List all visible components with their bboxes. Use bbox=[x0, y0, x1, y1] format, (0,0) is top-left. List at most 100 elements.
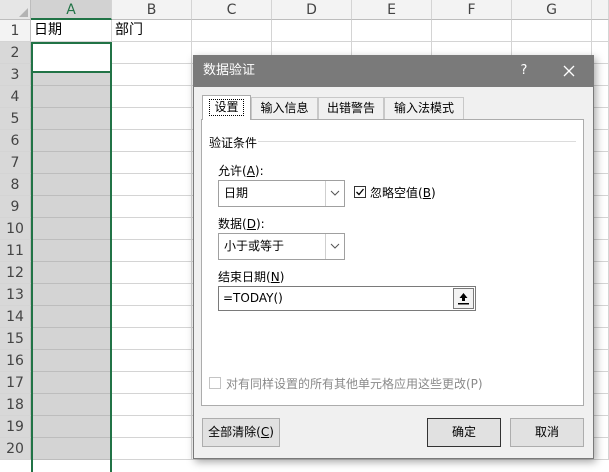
row-header-14[interactable]: 14 bbox=[0, 306, 31, 328]
cell-b18[interactable] bbox=[112, 394, 192, 416]
cell-h17[interactable] bbox=[592, 372, 609, 394]
allow-dropdown-button[interactable] bbox=[325, 181, 344, 206]
cell-h18[interactable] bbox=[592, 394, 609, 416]
cell-a13[interactable] bbox=[31, 284, 112, 306]
column-header-a[interactable]: A bbox=[31, 0, 112, 20]
tab-settings[interactable]: 设置 bbox=[202, 95, 251, 120]
cell-h3[interactable] bbox=[592, 64, 609, 86]
active-cell-a2[interactable] bbox=[31, 42, 112, 73]
ignore-blank-checkbox[interactable] bbox=[354, 186, 366, 198]
row-header-5[interactable]: 5 bbox=[0, 108, 31, 130]
cell-a12[interactable] bbox=[31, 262, 112, 284]
column-header-g[interactable]: G bbox=[512, 0, 592, 20]
cell-b4[interactable] bbox=[112, 86, 192, 108]
cell-b10[interactable] bbox=[112, 218, 192, 240]
row-header-7[interactable]: 7 bbox=[0, 152, 31, 174]
cell-a9[interactable] bbox=[31, 196, 112, 218]
cell-h14[interactable] bbox=[592, 306, 609, 328]
cell-a8[interactable] bbox=[31, 174, 112, 196]
column-header-e[interactable]: E bbox=[352, 0, 432, 20]
cell-h10[interactable] bbox=[592, 218, 609, 240]
row-header-1[interactable]: 1 bbox=[0, 20, 31, 42]
cell-h5[interactable] bbox=[592, 108, 609, 130]
cell-a5[interactable] bbox=[31, 108, 112, 130]
cell-b7[interactable] bbox=[112, 152, 192, 174]
row-header-19[interactable]: 19 bbox=[0, 416, 31, 438]
dialog-titlebar[interactable]: 数据验证 ? bbox=[194, 56, 593, 87]
cell-b9[interactable] bbox=[112, 196, 192, 218]
cell-e1[interactable] bbox=[352, 20, 432, 42]
cell-h7[interactable] bbox=[592, 152, 609, 174]
cell-h19[interactable] bbox=[592, 416, 609, 438]
cell-h20[interactable] bbox=[592, 438, 609, 460]
cell-a16[interactable] bbox=[31, 350, 112, 372]
ok-button[interactable]: 确定 bbox=[427, 418, 501, 447]
tab-error-alert[interactable]: 出错警告 bbox=[318, 97, 384, 119]
cell-b3[interactable] bbox=[112, 64, 192, 86]
row-header-15[interactable]: 15 bbox=[0, 328, 31, 350]
row-header-11[interactable]: 11 bbox=[0, 240, 31, 262]
cell-a4[interactable] bbox=[31, 86, 112, 108]
cell-h13[interactable] bbox=[592, 284, 609, 306]
tab-input-message[interactable]: 输入信息 bbox=[251, 97, 318, 119]
cell-b14[interactable] bbox=[112, 306, 192, 328]
cell-a6[interactable] bbox=[31, 130, 112, 152]
cell-d1[interactable] bbox=[272, 20, 352, 42]
row-header-12[interactable]: 12 bbox=[0, 262, 31, 284]
row-header-18[interactable]: 18 bbox=[0, 394, 31, 416]
cell-a19[interactable] bbox=[31, 416, 112, 438]
data-select[interactable]: 小于或等于 bbox=[218, 233, 345, 260]
cell-b17[interactable] bbox=[112, 372, 192, 394]
cell-b8[interactable] bbox=[112, 174, 192, 196]
clear-all-button[interactable]: 全部清除(C) bbox=[202, 418, 280, 447]
cell-h11[interactable] bbox=[592, 240, 609, 262]
row-header-4[interactable]: 4 bbox=[0, 86, 31, 108]
help-button[interactable]: ? bbox=[512, 56, 536, 86]
tab-ime-mode[interactable]: 输入法模式 bbox=[384, 97, 464, 119]
column-header-d[interactable]: D bbox=[272, 0, 352, 20]
cell-b16[interactable] bbox=[112, 350, 192, 372]
select-all-corner[interactable] bbox=[0, 0, 31, 20]
cell-a11[interactable] bbox=[31, 240, 112, 262]
column-header-c[interactable]: C bbox=[192, 0, 272, 20]
cell-h1[interactable] bbox=[592, 20, 609, 42]
cell-h2[interactable] bbox=[592, 42, 609, 64]
row-header-10[interactable]: 10 bbox=[0, 218, 31, 240]
row-header-16[interactable]: 16 bbox=[0, 350, 31, 372]
apply-all-checkbox[interactable] bbox=[209, 377, 221, 389]
data-dropdown-button[interactable] bbox=[325, 234, 344, 259]
cell-h15[interactable] bbox=[592, 328, 609, 350]
cancel-button[interactable]: 取消 bbox=[510, 418, 584, 447]
row-header-9[interactable]: 9 bbox=[0, 196, 31, 218]
cell-h16[interactable] bbox=[592, 350, 609, 372]
row-header-2[interactable]: 2 bbox=[0, 42, 31, 64]
close-button[interactable] bbox=[554, 56, 584, 86]
row-header-6[interactable]: 6 bbox=[0, 130, 31, 152]
cell-b15[interactable] bbox=[112, 328, 192, 350]
cell-h12[interactable] bbox=[592, 262, 609, 284]
row-header-3[interactable]: 3 bbox=[0, 64, 31, 86]
cell-a17[interactable] bbox=[31, 372, 112, 394]
cell-a15[interactable] bbox=[31, 328, 112, 350]
column-header-b[interactable]: B bbox=[112, 0, 192, 20]
cell-a1[interactable]: 日期 bbox=[31, 20, 112, 42]
cell-b20[interactable] bbox=[112, 438, 192, 460]
cell-b1[interactable]: 部门 bbox=[112, 20, 192, 42]
cell-h4[interactable] bbox=[592, 86, 609, 108]
cell-a18[interactable] bbox=[31, 394, 112, 416]
cell-a20[interactable] bbox=[31, 438, 112, 460]
column-header-h[interactable] bbox=[592, 0, 609, 20]
cell-b11[interactable] bbox=[112, 240, 192, 262]
cell-b2[interactable] bbox=[112, 42, 192, 64]
column-header-f[interactable]: F bbox=[432, 0, 512, 20]
row-header-13[interactable]: 13 bbox=[0, 284, 31, 306]
cell-b12[interactable] bbox=[112, 262, 192, 284]
cell-c1[interactable] bbox=[192, 20, 272, 42]
cell-b13[interactable] bbox=[112, 284, 192, 306]
cell-b5[interactable] bbox=[112, 108, 192, 130]
row-header-8[interactable]: 8 bbox=[0, 174, 31, 196]
cell-h9[interactable] bbox=[592, 196, 609, 218]
allow-select[interactable]: 日期 bbox=[218, 180, 345, 207]
cell-b19[interactable] bbox=[112, 416, 192, 438]
cell-g1[interactable] bbox=[512, 20, 592, 42]
